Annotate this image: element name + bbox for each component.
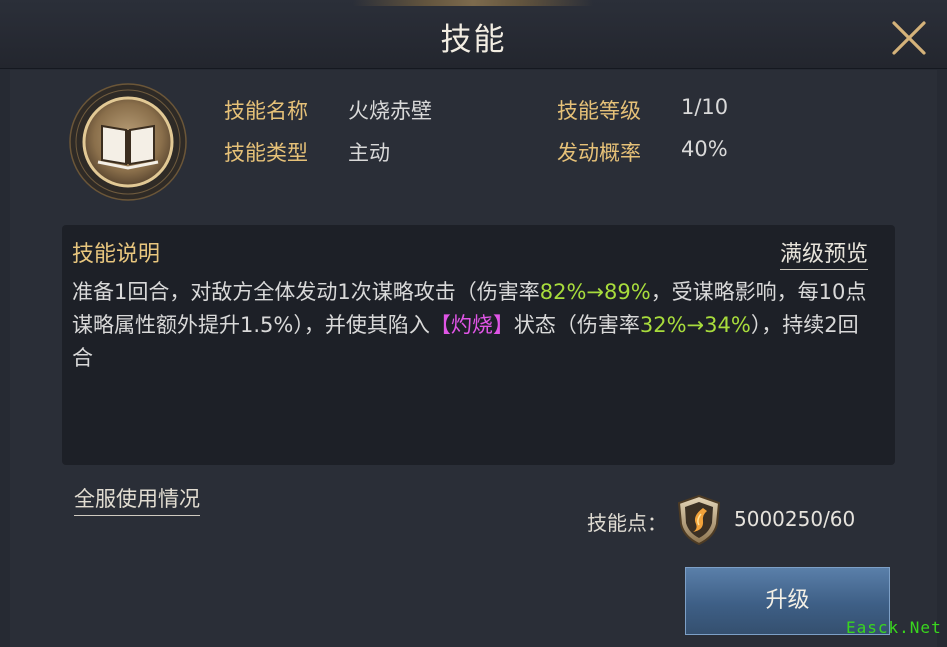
skill-icon-badge — [68, 82, 188, 202]
description-title: 技能说明 — [72, 242, 161, 267]
skill-dialog: 技能 技能名称 火烧赤壁 技能类型 主动 技能等级 1/10 发动概率 40% … — [0, 0, 947, 647]
skill-type-label: 技能类型 — [224, 141, 308, 165]
desc-segment: 准备1回合，对敌方全体发动1次谋略攻击（伤害率 — [72, 280, 540, 304]
server-usage-link[interactable]: 全服使用情况 — [74, 483, 200, 516]
skill-point-shield-icon — [677, 494, 721, 546]
book-icon — [69, 83, 187, 201]
skill-level-value: 1/10 — [681, 95, 729, 119]
skill-type-value: 主动 — [348, 141, 390, 165]
desc-segment: 状态（伤害率 — [513, 313, 640, 337]
watermark-text: Easck.Net — [846, 618, 942, 637]
trigger-chance-value: 40% — [681, 137, 728, 161]
skill-level-label: 技能等级 — [557, 99, 641, 123]
skill-name-value: 火烧赤壁 — [348, 99, 432, 123]
max-level-preview-link[interactable]: 满级预览 — [780, 236, 869, 270]
description-text: 准备1回合，对敌方全体发动1次谋略攻击（伤害率82%→89%，受谋略影响，每10… — [72, 276, 872, 375]
trigger-chance-label: 发动概率 — [557, 141, 641, 165]
burn-damage-rate-highlight: 32%→34% — [639, 313, 751, 337]
skill-points-label: 技能点： — [587, 511, 667, 535]
close-button[interactable] — [886, 15, 932, 61]
close-icon — [892, 21, 926, 55]
dialog-title: 技能 — [440, 22, 507, 58]
title-bar: 技能 — [0, 0, 947, 69]
skill-name-label: 技能名称 — [224, 99, 308, 123]
skill-points-value: 5000250/60 — [734, 507, 856, 531]
skill-point-icon — [676, 494, 722, 546]
burn-status-highlight: 【灼烧】 — [429, 313, 514, 337]
damage-rate-highlight: 82%→89% — [539, 280, 651, 304]
title-ornament — [353, 0, 593, 6]
